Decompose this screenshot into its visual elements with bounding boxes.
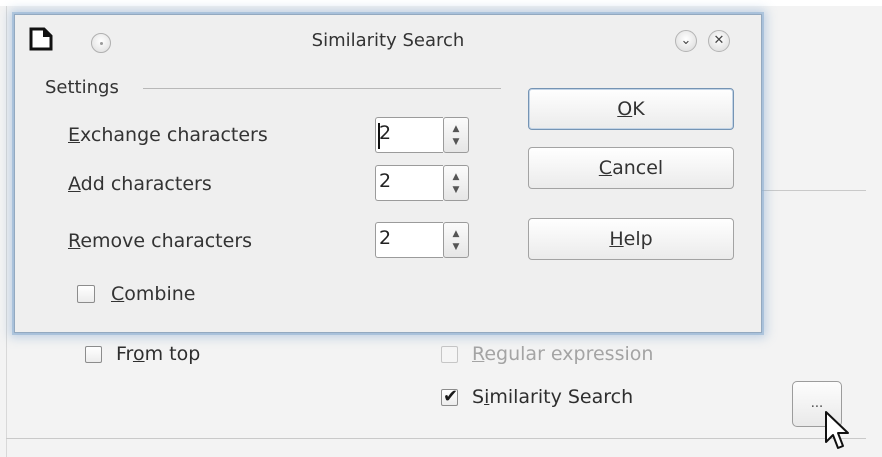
combine-option[interactable]: Combine	[77, 283, 196, 305]
similarity-search-checkbox[interactable]	[441, 386, 458, 407]
help-button[interactable]: Help	[528, 218, 734, 260]
ok-button[interactable]: OK	[528, 88, 734, 130]
spin-down-icon[interactable]: ▼	[444, 185, 468, 195]
background-top-strip	[0, 0, 882, 6]
background-left-edge	[6, 6, 7, 457]
add-characters-spinbox[interactable]: 2 ▲ ▼	[375, 165, 471, 201]
add-characters-label: Add characters	[68, 173, 212, 195]
add-characters-input[interactable]: 2	[375, 165, 443, 201]
spin-up-icon[interactable]: ▲	[444, 172, 468, 182]
spin-up-icon[interactable]: ▲	[444, 229, 468, 239]
regular-expression-checkbox[interactable]	[441, 345, 458, 363]
regular-expression-label: Regular expression	[472, 343, 654, 365]
combine-label: Combine	[111, 283, 196, 305]
from-top-label: From top	[116, 343, 201, 365]
background-separator-bottom	[6, 438, 866, 439]
from-top-checkbox[interactable]	[85, 345, 102, 363]
similarity-search-label: Similarity Search	[472, 386, 634, 408]
cancel-button[interactable]: Cancel	[528, 147, 734, 189]
minimize-icon[interactable]: ⌄	[675, 30, 697, 52]
remove-characters-spinbox[interactable]: 2 ▲ ▼	[375, 222, 471, 258]
remove-characters-input[interactable]: 2	[375, 222, 443, 258]
mouse-pointer-icon	[825, 411, 849, 449]
exchange-characters-label: Exchange characters	[68, 124, 268, 146]
combine-checkbox[interactable]	[77, 285, 95, 303]
settings-group-divider	[143, 88, 501, 89]
remove-characters-label: Remove characters	[68, 230, 253, 252]
dialog-titlebar[interactable]: Similarity Search ⌄ ✕	[15, 15, 761, 65]
spin-down-icon[interactable]: ▼	[444, 242, 468, 252]
screen: From top Regular expression Similarity S…	[0, 0, 882, 457]
similarity-search-dialog: Similarity Search ⌄ ✕ Settings Exchange …	[14, 14, 762, 333]
exchange-characters-input[interactable]: 2	[375, 117, 443, 153]
settings-group-label: Settings	[45, 77, 119, 98]
add-characters-stepper[interactable]: ▲ ▼	[443, 165, 469, 201]
spin-down-icon[interactable]: ▼	[444, 137, 468, 147]
dialog-title: Similarity Search	[311, 30, 465, 51]
close-icon[interactable]: ✕	[708, 30, 730, 52]
remove-characters-stepper[interactable]: ▲ ▼	[443, 222, 469, 258]
spin-up-icon[interactable]: ▲	[444, 124, 468, 134]
exchange-characters-spinbox[interactable]: 2 ▲ ▼	[375, 117, 471, 153]
regular-expression-option[interactable]: Regular expression	[441, 343, 653, 365]
exchange-characters-stepper[interactable]: ▲ ▼	[443, 117, 469, 153]
from-top-option[interactable]: From top	[85, 343, 200, 365]
similarity-search-option[interactable]: Similarity Search	[441, 386, 633, 408]
